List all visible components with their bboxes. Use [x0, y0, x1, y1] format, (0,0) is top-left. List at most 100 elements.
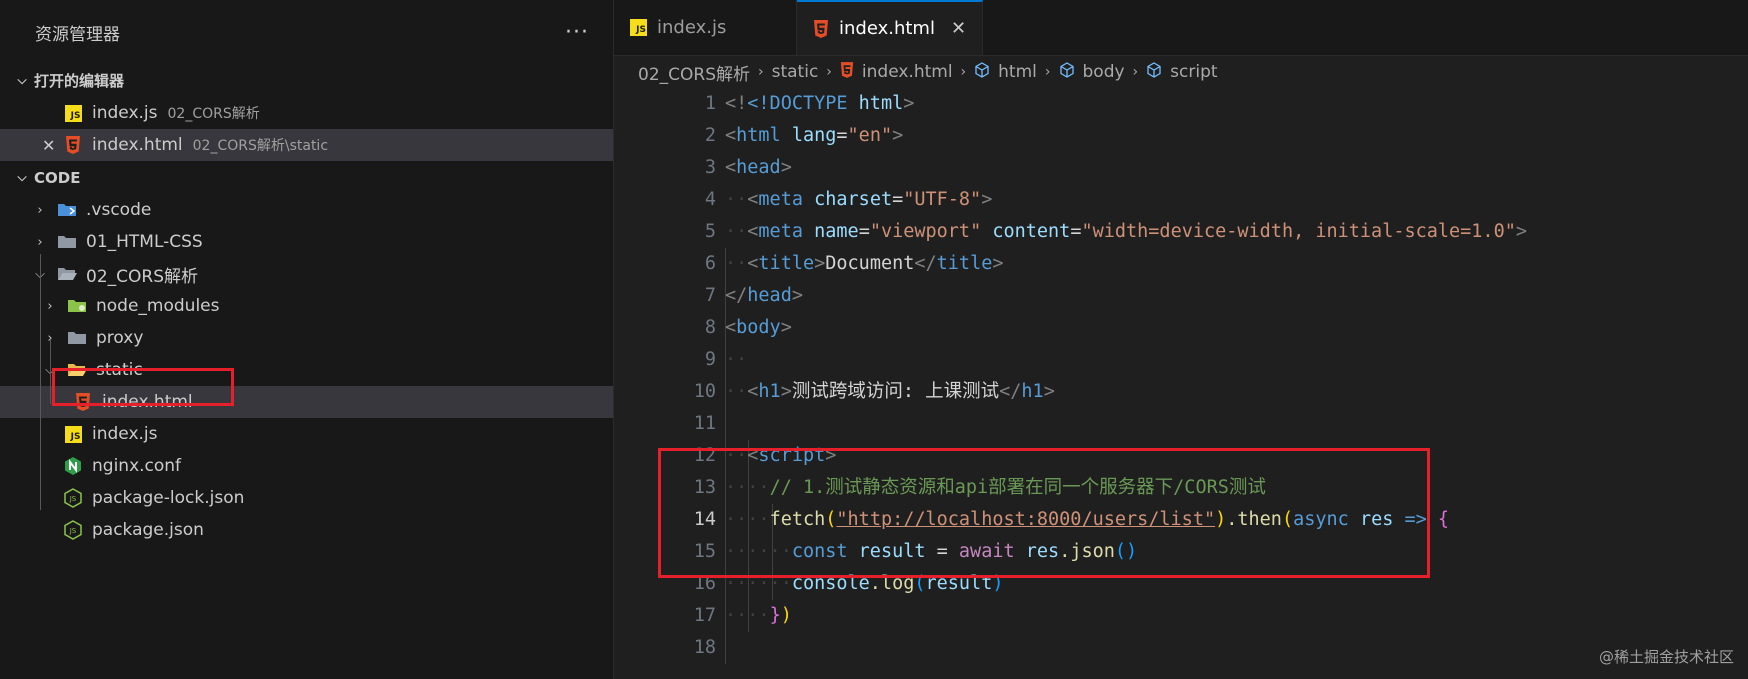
- code-token: =: [936, 541, 948, 562]
- folder-open-icon: [66, 359, 88, 381]
- explorer-header: 资源管理器 ···: [0, 0, 613, 64]
- tree-item-name: 02_CORS解析: [86, 266, 198, 287]
- line-number: 18: [693, 637, 716, 658]
- code-token: .then: [1226, 509, 1282, 530]
- tree-folder-proxy[interactable]: › proxy: [0, 322, 613, 354]
- line-number: 15: [693, 541, 716, 562]
- line-number: 10: [693, 381, 716, 402]
- line-number: 7: [704, 285, 716, 306]
- tab-label: index.js: [657, 17, 727, 38]
- code-token: await: [958, 541, 1015, 562]
- node-js-file-icon: JS: [62, 487, 84, 509]
- svg-text:JS: JS: [69, 495, 77, 503]
- code-line: 10 ··<h1>测试跨域访问: 上课测试</h1>: [614, 376, 1748, 408]
- tree-folder-html-css[interactable]: › 01_HTML-CSS: [0, 226, 613, 258]
- tab-index-js[interactable]: JS index.js: [614, 0, 797, 55]
- breadcrumb-file[interactable]: index.html: [840, 61, 953, 83]
- code-token: =>: [1404, 509, 1427, 530]
- code-line: 13 ····// 1.测试静态资源和api部署在同一个服务器下/CORS测试: [614, 472, 1748, 504]
- open-editor-name: index.html: [92, 135, 183, 155]
- close-tab-icon[interactable]: ✕: [951, 18, 966, 39]
- tree-folder-static[interactable]: ⌵ static: [0, 354, 613, 386]
- code-line: 3 <head>: [614, 152, 1748, 184]
- breadcrumb-separator: ›: [1132, 64, 1139, 80]
- breadcrumb-separator: ›: [826, 64, 832, 80]
- explorer-sidebar: 资源管理器 ··· ⌵ 打开的编辑器 JS index.js 02_CORS解析…: [0, 0, 614, 679]
- open-editor-item[interactable]: JS index.js 02_CORS解析: [0, 97, 613, 129]
- code-token: res: [1359, 509, 1394, 530]
- tree-item-name: 01_HTML-CSS: [86, 232, 203, 252]
- open-editor-description: 02_CORS解析\static: [192, 138, 329, 154]
- code-line: 8 <body>: [614, 312, 1748, 344]
- tree-file-package-json[interactable]: JS package.json: [0, 514, 613, 546]
- vscode-folder-icon: [56, 199, 78, 221]
- breadcrumb-label: html: [998, 62, 1037, 82]
- code-token: title: [936, 253, 993, 274]
- tree-folder-vscode[interactable]: › .vscode: [0, 194, 613, 226]
- code-link[interactable]: "http://localhost:8000/users/list": [836, 509, 1215, 530]
- code-token: .json: [1059, 541, 1115, 562]
- chevron-right-icon: ›: [37, 234, 43, 250]
- code-token: charset: [814, 189, 893, 210]
- workspace-section[interactable]: ⌵ CODE: [0, 161, 613, 194]
- code-token: Document: [825, 253, 915, 274]
- tab-index-html[interactable]: index.html ✕: [797, 0, 984, 55]
- node-modules-folder-icon: [66, 295, 88, 317]
- code-token: body: [736, 317, 781, 338]
- open-editors-section[interactable]: ⌵ 打开的编辑器: [0, 64, 613, 97]
- code-token: html: [736, 125, 781, 146]
- svg-text:JS: JS: [69, 527, 77, 535]
- code-line: 15 ······const result = await res.json(): [614, 536, 1748, 568]
- html-file-icon: [62, 134, 84, 156]
- chevron-down-icon: ⌵: [17, 170, 27, 184]
- tree-file-index-html[interactable]: index.html: [0, 386, 613, 418]
- code-token: name: [814, 221, 859, 242]
- close-editor-icon[interactable]: ✕: [42, 136, 55, 155]
- folder-icon: [66, 327, 88, 349]
- tree-folder-node-modules[interactable]: › node_modules: [0, 290, 613, 322]
- tree-item-name: nginx.conf: [92, 456, 182, 476]
- workspace-label: CODE: [34, 168, 81, 187]
- javascript-file-icon: JS: [630, 19, 647, 36]
- line-number: 11: [693, 413, 716, 434]
- code-token: async: [1293, 509, 1349, 530]
- open-editor-item-active[interactable]: ✕ index.html 02_CORS解析\static: [0, 129, 613, 161]
- code-line: 1 <!<!DOCTYPE html>: [614, 88, 1748, 120]
- code-token: "width=device-width, initial-scale=1.0": [1081, 221, 1516, 242]
- breadcrumb-separator: ›: [960, 64, 967, 80]
- chevron-down-icon: ⌵: [17, 73, 27, 87]
- chevron-right-icon: ›: [37, 202, 43, 218]
- tree-file-package-lock[interactable]: JS package-lock.json: [0, 482, 613, 514]
- tree-file-index-js[interactable]: JS index.js: [0, 418, 613, 450]
- code-token: h1: [758, 381, 781, 402]
- more-actions-icon[interactable]: ···: [565, 20, 589, 45]
- code-line: 4 ··<meta charset="UTF-8">: [614, 184, 1748, 216]
- chevron-right-icon: ›: [47, 298, 53, 314]
- line-number: 8: [704, 317, 716, 338]
- code-editor[interactable]: 1 <!<!DOCTYPE html> 2 <html lang="en"> 3…: [614, 88, 1748, 679]
- breadcrumb-folder[interactable]: static: [772, 62, 819, 82]
- breadcrumb-symbol[interactable]: script: [1146, 61, 1218, 83]
- tab-bar: JS index.js index.html ✕: [614, 0, 1748, 56]
- code-token: <!DOCTYPE: [747, 93, 848, 114]
- watermark: @稀土掘金技术社区: [1598, 648, 1734, 666]
- tree-item-name: index.html: [102, 392, 193, 412]
- code-token: lang: [791, 125, 837, 146]
- tree-item-name: index.js: [92, 424, 158, 444]
- line-number: 12: [693, 445, 716, 466]
- code-token: 测试跨域访问: 上课测试: [791, 381, 1000, 402]
- tree-file-nginx-conf[interactable]: nginx.conf: [0, 450, 613, 482]
- code-line: 6 ··<title>Document</title>: [614, 248, 1748, 280]
- indent-guide: [40, 254, 41, 510]
- tree-folder-cors[interactable]: ⌵ 02_CORS解析: [0, 258, 613, 290]
- code-line: 5 ··<meta name="viewport" content="width…: [614, 216, 1748, 248]
- cube-symbol-icon: [974, 61, 990, 83]
- open-editor-name: index.js: [92, 103, 158, 123]
- code-token: head: [736, 157, 781, 178]
- breadcrumb-folder[interactable]: 02_CORS解析: [638, 60, 750, 85]
- code-line: 12 ··<script>: [614, 440, 1748, 472]
- breadcrumb-symbol[interactable]: body: [1059, 61, 1125, 83]
- tree-item-name: node_modules: [96, 296, 220, 316]
- code-line: 16 ······console.log(result): [614, 568, 1748, 600]
- breadcrumb-symbol[interactable]: html: [974, 61, 1037, 83]
